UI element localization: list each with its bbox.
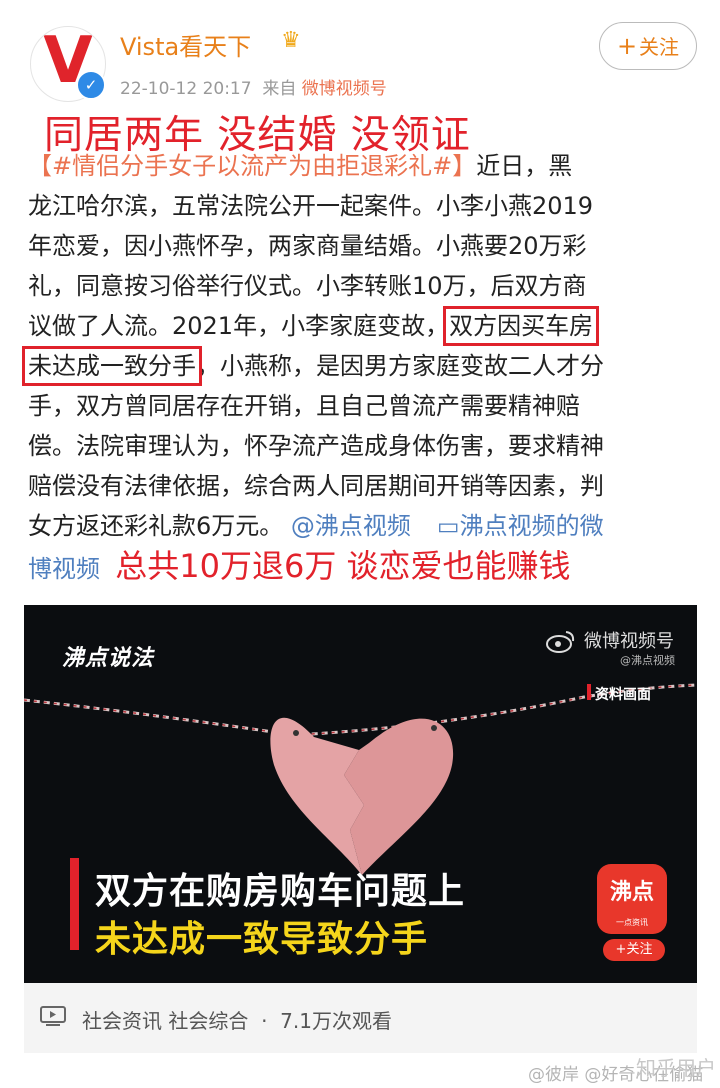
plus-icon: + — [616, 32, 638, 60]
follow-label: 关注 — [639, 35, 680, 59]
archive-tag: 资料画面 — [595, 687, 651, 703]
verified-icon: ✓ — [76, 70, 106, 100]
source-prefix: 来自 — [262, 79, 297, 99]
body-text: 偿。法院审理认为，怀孕流产造成身体伤害，要求精神 — [28, 432, 604, 460]
logo-text: 沸点 — [609, 880, 654, 905]
body-text: ，小燕称，是因男方家庭变故二人才分 — [196, 352, 604, 380]
body-text: 龙江哈尔滨，五常法院公开一起案件。小李小燕2019 — [28, 192, 594, 220]
video-caption-2: 未达成一致导致分手 — [95, 919, 429, 960]
video-caption-1: 双方在购房购车问题上 — [95, 871, 466, 912]
hashtag-link[interactable]: 【#情侣分手女子以流产为由拒退彩礼#】 — [28, 152, 476, 180]
watermark-site: 知乎用户 — [636, 1056, 716, 1080]
video-icon — [40, 1006, 66, 1026]
username[interactable]: Vista看天下 — [120, 27, 251, 62]
caption-accent — [70, 858, 79, 950]
highlighted-text: 未达成一致分手 — [22, 346, 202, 386]
follow-button[interactable]: + 关注 — [599, 22, 697, 70]
weibo-video-sub: @沸点视频 — [620, 654, 675, 667]
view-count: 7.1万次观看 — [280, 1009, 392, 1033]
overlay-comment: 总共10万退6万 谈恋爱也能赚钱 — [115, 547, 571, 585]
category-link[interactable]: 社会资讯 — [82, 1009, 162, 1033]
body-text: 议做了人流。2021年，小李家庭变故， — [28, 312, 450, 340]
feidian-logo: 沸点 一点资讯 — [597, 864, 667, 934]
mention-link[interactable]: @沸点视频 — [291, 512, 411, 540]
broken-heart-icon — [270, 717, 454, 875]
video-brand: 沸点说法 — [62, 646, 155, 671]
video-link-icon: ▭ — [436, 512, 460, 540]
body-text: 礼，同意按习俗举行仪式。小李转账10万，后双方商 — [28, 272, 587, 300]
weibo-icon — [546, 631, 575, 653]
post-body: 【#情侣分手女子以流产为由拒退彩礼#】近日，黑 龙江哈尔滨，五常法院公开一起案件… — [22, 146, 708, 586]
crown-icon: ♛ — [281, 28, 301, 53]
body-text: 女方返还彩礼款6万元。 — [28, 512, 284, 540]
weibo-video-label: 微博视频号 — [584, 631, 674, 652]
post-source-link[interactable]: 微博视频号 — [302, 79, 387, 99]
body-text: 年恋爱，因小燕怀孕，两家商量结婚。小燕要20万彩 — [28, 232, 587, 260]
body-text: 近日，黑 — [476, 152, 573, 180]
separator-dot: · — [261, 1009, 268, 1033]
logo-sub: 一点资讯 — [616, 918, 648, 927]
body-text: 手，双方曾同居存在开销，且自己曾流产需要精神赔 — [28, 392, 580, 420]
video-link-cont[interactable]: 博视频 — [28, 555, 100, 583]
post-meta: 22-10-12 20:17 来自 微博视频号 — [120, 74, 387, 99]
post-date: 22-10-12 20:17 — [120, 79, 252, 99]
body-text: 赔偿没有法律依据，综合两人同居期间开销等因素，判 — [28, 472, 604, 500]
video-follow-button[interactable]: +关注 — [603, 939, 665, 961]
highlighted-text: 双方因买车房 — [443, 306, 600, 346]
video-link[interactable]: 沸点视频的微 — [460, 512, 604, 540]
video-meta: 社会资讯 社会综合 · 7.1万次观看 — [82, 1005, 392, 1034]
category-link[interactable]: 社会综合 — [168, 1009, 248, 1033]
tag-bar — [587, 684, 591, 700]
